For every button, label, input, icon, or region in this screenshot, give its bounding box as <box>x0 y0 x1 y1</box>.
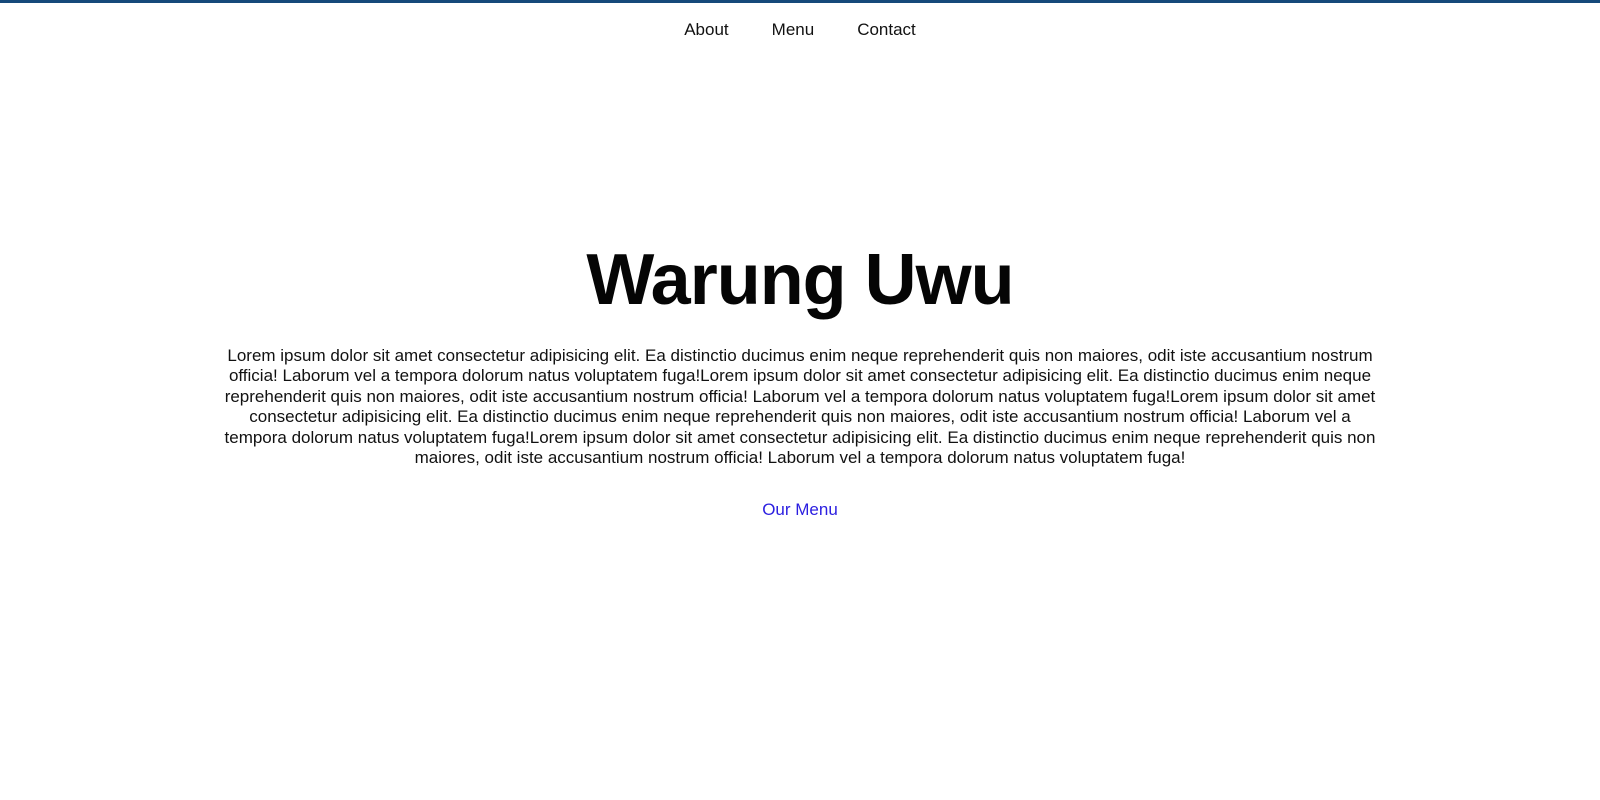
hero-description: Lorem ipsum dolor sit amet consectetur a… <box>224 346 1376 468</box>
hero-section: Warung Uwu Lorem ipsum dolor sit amet co… <box>0 236 1600 520</box>
nav-link-contact[interactable]: Contact <box>857 19 916 41</box>
top-border <box>0 0 1600 3</box>
page-title: Warung Uwu <box>586 240 1014 320</box>
our-menu-link[interactable]: Our Menu <box>762 500 838 520</box>
nav-link-about[interactable]: About <box>684 19 728 41</box>
top-nav: About Menu Contact <box>0 19 1600 41</box>
nav-link-menu[interactable]: Menu <box>772 19 815 41</box>
